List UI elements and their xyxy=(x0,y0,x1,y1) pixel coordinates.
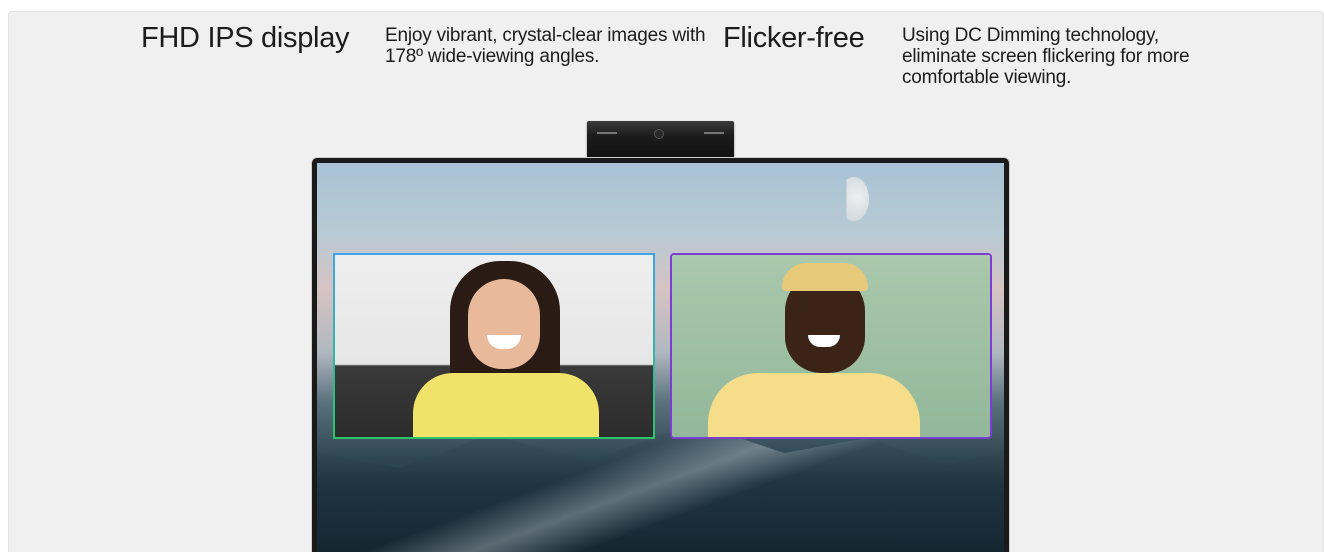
feature-panel: FHD IPS display Enjoy vibrant, crystal-c… xyxy=(8,11,1324,552)
monitor-screen xyxy=(317,163,1004,552)
moon-graphic xyxy=(846,177,869,221)
feature-title-flicker: Flicker-free xyxy=(723,22,865,54)
webcam-icon xyxy=(587,121,734,158)
feature-title-display: FHD IPS display xyxy=(141,22,350,54)
feature-description-display: Enjoy vibrant, crystal-clear images with… xyxy=(385,25,706,67)
feature-description-flicker: Using DC Dimming technology, eliminate s… xyxy=(902,25,1190,88)
video-call-tile-2 xyxy=(670,253,992,439)
video-call-tile-1 xyxy=(333,253,655,439)
monitor-image xyxy=(312,158,1009,552)
